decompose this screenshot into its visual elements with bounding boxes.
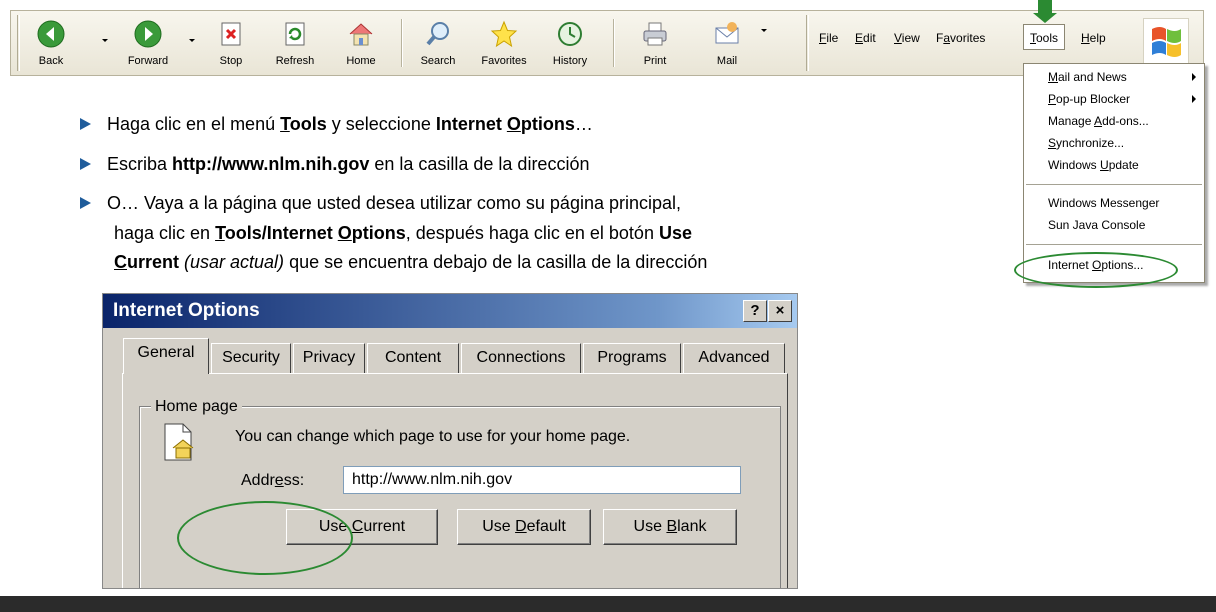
use-blank-button[interactable]: Use Blank — [603, 509, 737, 545]
dialog-title: Internet Options — [113, 300, 260, 321]
home-page-icon — [164, 423, 194, 461]
menu-item-synchronize[interactable]: Synchronize... — [1024, 134, 1204, 152]
back-button[interactable]: Back — [25, 14, 77, 72]
menu-view[interactable]: View — [894, 31, 920, 45]
bullet-arrow-icon — [80, 118, 91, 130]
toolbar-separator — [613, 19, 615, 67]
tab-content[interactable]: Content — [367, 343, 459, 373]
windows-flag-icon — [1152, 27, 1181, 57]
history-button[interactable]: History — [543, 14, 597, 72]
mail-icon — [715, 22, 739, 44]
toolbar-grip[interactable] — [806, 15, 811, 71]
back-icon — [37, 20, 65, 48]
menu-tools[interactable]: Tools — [1023, 24, 1066, 50]
bottom-bar — [0, 596, 1216, 612]
toolbar-separator — [401, 19, 403, 67]
forward-button[interactable]: Forward — [115, 14, 181, 72]
tab-programs[interactable]: Programs — [583, 343, 681, 373]
menu-file[interactable]: File — [819, 31, 838, 45]
tab-connections[interactable]: Connections — [461, 343, 581, 373]
home-page-group-label: Home page — [151, 398, 242, 416]
history-label: History — [552, 55, 588, 67]
mail-button[interactable]: Mail — [701, 14, 753, 72]
tab-general[interactable]: General — [123, 338, 209, 374]
toolbar-grip[interactable] — [17, 15, 22, 71]
mail-label: Mail — [716, 55, 738, 67]
forward-icon — [134, 20, 162, 48]
search-label: Search — [420, 55, 456, 67]
tab-security[interactable]: Security — [211, 343, 291, 373]
home-icon — [349, 23, 373, 46]
favorites-label: Favorites — [481, 55, 527, 67]
highlight-circle — [1014, 252, 1178, 288]
menu-item-manage-addons[interactable]: Manage Add-ons... — [1024, 112, 1204, 130]
print-button[interactable]: Print — [629, 14, 681, 72]
tools-dropdown-menu: Mail and News Pop-up Blocker Manage Add-… — [1023, 63, 1205, 283]
favorites-button[interactable]: Favorites — [471, 14, 537, 72]
forward-dropdown-icon[interactable] — [189, 39, 195, 42]
menu-edit[interactable]: Edit — [855, 31, 876, 45]
refresh-icon — [285, 22, 305, 46]
close-button[interactable]: × — [768, 300, 792, 322]
menu-item-windows-update[interactable]: Windows Update — [1024, 156, 1204, 174]
tab-privacy[interactable]: Privacy — [293, 343, 365, 373]
bullet-arrow-icon — [80, 158, 91, 170]
home-label: Home — [346, 55, 376, 67]
print-label: Print — [643, 55, 667, 67]
menu-item-windows-messenger[interactable]: Windows Messenger — [1024, 194, 1204, 212]
menu-separator — [1026, 184, 1202, 185]
refresh-label: Refresh — [275, 55, 315, 67]
refresh-button[interactable]: Refresh — [265, 14, 325, 72]
stop-label: Stop — [219, 55, 243, 67]
address-input[interactable]: http://www.nlm.nih.gov — [343, 466, 741, 494]
back-label: Back — [38, 55, 64, 67]
search-button[interactable]: Search — [411, 14, 465, 72]
bullet-arrow-icon — [80, 197, 91, 209]
menu-separator — [1026, 244, 1202, 245]
home-button[interactable]: Home — [335, 14, 387, 72]
submenu-arrow-icon — [1192, 95, 1196, 103]
mail-dropdown-icon[interactable] — [761, 29, 767, 32]
back-dropdown-icon[interactable] — [102, 39, 108, 42]
menu-favorites[interactable]: Favorites — [936, 31, 985, 45]
pointer-arrow-icon — [1033, 0, 1057, 23]
printer-icon — [643, 22, 667, 46]
address-label: Address: — [241, 472, 305, 489]
submenu-arrow-icon — [1192, 73, 1196, 81]
stop-icon — [221, 22, 241, 46]
history-icon — [558, 22, 582, 46]
star-icon — [490, 20, 518, 48]
menu-help[interactable]: Help — [1081, 31, 1106, 45]
help-button[interactable]: ? — [743, 300, 767, 322]
home-page-description: You can change which page to use for you… — [235, 428, 631, 445]
use-default-button[interactable]: Use Default — [457, 509, 591, 545]
stop-button[interactable]: Stop — [209, 14, 253, 72]
highlight-circle — [177, 501, 353, 575]
menu-item-mail-and-news[interactable]: Mail and News — [1024, 68, 1204, 86]
forward-label: Forward — [127, 55, 169, 67]
menu-item-popup-blocker[interactable]: Pop-up Blocker — [1024, 90, 1204, 108]
tab-advanced[interactable]: Advanced — [683, 343, 785, 373]
menu-item-sun-java-console[interactable]: Sun Java Console — [1024, 216, 1204, 234]
dialog-title-bar: Internet Options — [103, 294, 797, 328]
search-icon — [426, 22, 449, 46]
